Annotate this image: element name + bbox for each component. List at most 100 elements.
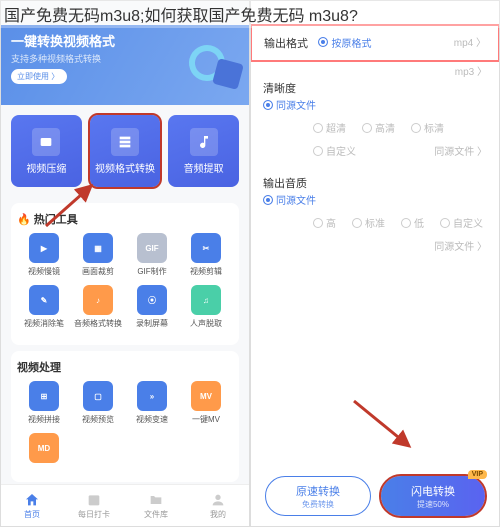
nav-home[interactable]: 首页 bbox=[1, 485, 63, 526]
button-title: 闪电转换 bbox=[411, 483, 455, 499]
card-label: 音频提取 bbox=[184, 160, 224, 175]
tool-icon: ✎ bbox=[29, 285, 59, 315]
nav-files[interactable]: 文件库 bbox=[125, 485, 187, 526]
tool-label: 一键MV bbox=[192, 414, 220, 425]
button-subtitle: 提速50% bbox=[417, 499, 449, 510]
tool-icon: ▦ bbox=[83, 233, 113, 263]
nav-label: 文件库 bbox=[144, 509, 168, 520]
compress-icon bbox=[32, 128, 60, 156]
tool-label: 视频变速 bbox=[136, 414, 168, 425]
radio-audio-standard[interactable]: 标准 bbox=[352, 215, 385, 230]
tool-label: 录制屏幕 bbox=[136, 318, 168, 329]
right-screenshot: 输出格式 按原格式 mp4 〉 mp3 〉 清晰度 同源文件 超清 高清 标清 … bbox=[250, 0, 500, 527]
radio-clarity-sd[interactable]: 标清 bbox=[411, 120, 444, 135]
nav-label: 每日打卡 bbox=[78, 509, 110, 520]
calendar-icon bbox=[86, 492, 102, 508]
normal-convert-button[interactable]: 原速转换 免费转换 bbox=[265, 476, 371, 516]
tool-item[interactable]: ⊞ 视频拼接 bbox=[17, 381, 71, 425]
button-title: 原速转换 bbox=[296, 483, 340, 499]
card-label: 视频压缩 bbox=[26, 160, 66, 175]
tool-item[interactable]: ✎ 视频消除笔 bbox=[17, 285, 71, 329]
option-label: 输出音质 bbox=[263, 175, 313, 191]
tool-label: 画面裁剪 bbox=[82, 266, 114, 277]
user-icon bbox=[210, 492, 226, 508]
hot-tools-section: 🔥热门工具 ▶ 视频慢镜 ▦ 画面裁剪 GIF GIF制作 ✂ 视频剪辑 ✎ 视频消除笔 ♪ 音频格式… bbox=[11, 203, 239, 345]
radio-clarity-source[interactable]: 同源文件 bbox=[263, 97, 487, 112]
format-value[interactable]: mp4 〉 bbox=[454, 34, 486, 49]
nav-profile[interactable]: 我的 bbox=[187, 485, 249, 526]
tool-label: 视频慢镜 bbox=[28, 266, 60, 277]
tool-label: 视频消除笔 bbox=[24, 318, 64, 329]
section-title: 🔥热门工具 bbox=[17, 211, 233, 227]
annotation-arrow-icon bbox=[349, 396, 419, 456]
tool-item[interactable]: ♪ 音频格式转换 bbox=[71, 285, 125, 329]
left-screenshot: 一键转换视频格式 支持多种视频格式转换 立即使用 〉 视频压缩 视频格式转换 音… bbox=[0, 0, 250, 527]
tool-icon: ♪ bbox=[83, 285, 113, 315]
tool-label: GIF制作 bbox=[137, 266, 166, 277]
option-label: 清晰度 bbox=[263, 80, 313, 96]
radio-original-format[interactable]: 按原格式 bbox=[318, 35, 371, 50]
video-compress-card[interactable]: 视频压缩 bbox=[11, 115, 82, 187]
folder-icon bbox=[148, 492, 164, 508]
tool-icon: ⊞ bbox=[29, 381, 59, 411]
tool-item[interactable]: ▶ 视频慢镜 bbox=[17, 233, 71, 277]
tool-item[interactable]: ✂ 视频剪辑 bbox=[179, 233, 233, 277]
banner-decoration bbox=[189, 39, 241, 91]
fire-icon: 🔥 bbox=[17, 213, 31, 226]
home-icon bbox=[24, 492, 40, 508]
tool-item[interactable]: ▢ 视频预览 bbox=[71, 381, 125, 425]
radio-audio-high[interactable]: 高 bbox=[313, 215, 336, 230]
option-label: 输出格式 bbox=[264, 35, 314, 51]
tool-icon: ▶ bbox=[29, 233, 59, 263]
tool-icon: » bbox=[137, 381, 167, 411]
format-value-mp3[interactable]: mp3 〉 bbox=[455, 63, 487, 78]
tool-icon: GIF bbox=[137, 233, 167, 263]
clarity-value[interactable]: 同源文件 〉 bbox=[434, 143, 487, 158]
tool-icon: MD bbox=[29, 433, 59, 463]
tool-icon: ⦿ bbox=[137, 285, 167, 315]
audio-value[interactable]: 同源文件 〉 bbox=[434, 238, 487, 253]
nav-label: 我的 bbox=[210, 509, 226, 520]
card-label: 视频格式转换 bbox=[95, 160, 155, 175]
bottom-nav: 首页 每日打卡 文件库 我的 bbox=[1, 484, 249, 526]
tool-icon: ♫ bbox=[191, 285, 221, 315]
tool-icon: ▢ bbox=[83, 381, 113, 411]
radio-audio-custom[interactable]: 自定义 bbox=[440, 215, 483, 230]
tool-item[interactable]: MV 一键MV bbox=[179, 381, 233, 425]
promo-banner[interactable]: 一键转换视频格式 支持多种视频格式转换 立即使用 〉 bbox=[1, 25, 249, 105]
tool-item[interactable]: MD bbox=[17, 433, 71, 466]
video-format-convert-card[interactable]: 视频格式转换 bbox=[90, 115, 161, 187]
audio-quality-row: 输出音质 同源文件 高 标准 低 自定义 同源文件 〉 bbox=[251, 166, 499, 261]
output-format-row[interactable]: 输出格式 按原格式 mp4 〉 bbox=[250, 24, 500, 62]
tool-item[interactable]: ⦿ 录制屏幕 bbox=[125, 285, 179, 329]
tool-item[interactable]: ♫ 人声脱取 bbox=[179, 285, 233, 329]
fast-convert-button[interactable]: VIP 闪电转换 提速50% bbox=[381, 476, 485, 516]
audio-extract-card[interactable]: 音频提取 bbox=[168, 115, 239, 187]
button-subtitle: 免费转换 bbox=[302, 499, 334, 510]
radio-audio-source[interactable]: 同源文件 bbox=[263, 192, 487, 207]
nav-label: 首页 bbox=[24, 509, 40, 520]
video-processing-section: 视频处理 ⊞ 视频拼接 ▢ 视频预览 » 视频变速 MV 一键MV MD bbox=[11, 351, 239, 482]
other-format-row: mp3 〉 bbox=[251, 61, 499, 71]
tool-item[interactable]: » 视频变速 bbox=[125, 381, 179, 425]
tool-icon: MV bbox=[191, 381, 221, 411]
tool-label: 视频剪辑 bbox=[190, 266, 222, 277]
tool-label: 人声脱取 bbox=[190, 318, 222, 329]
tool-item[interactable]: GIF GIF制作 bbox=[125, 233, 179, 277]
radio-clarity-hd[interactable]: 高清 bbox=[362, 120, 395, 135]
tool-label: 视频拼接 bbox=[28, 414, 60, 425]
tool-icon: ✂ bbox=[191, 233, 221, 263]
radio-audio-low[interactable]: 低 bbox=[401, 215, 424, 230]
nav-daily[interactable]: 每日打卡 bbox=[63, 485, 125, 526]
tool-label: 视频预览 bbox=[82, 414, 114, 425]
banner-cta-button[interactable]: 立即使用 〉 bbox=[11, 69, 67, 84]
page-title: 国产免费无码m3u8;如何获取国产免费无码 m3u8? bbox=[0, 0, 500, 28]
vip-badge: VIP bbox=[468, 470, 487, 479]
radio-clarity-uhd[interactable]: 超清 bbox=[313, 120, 346, 135]
tool-item[interactable]: ▦ 画面裁剪 bbox=[71, 233, 125, 277]
section-title: 视频处理 bbox=[17, 359, 233, 375]
audio-icon bbox=[190, 128, 218, 156]
tool-label: 音频格式转换 bbox=[74, 318, 122, 329]
radio-clarity-custom[interactable]: 自定义 bbox=[313, 143, 356, 158]
convert-icon bbox=[111, 128, 139, 156]
